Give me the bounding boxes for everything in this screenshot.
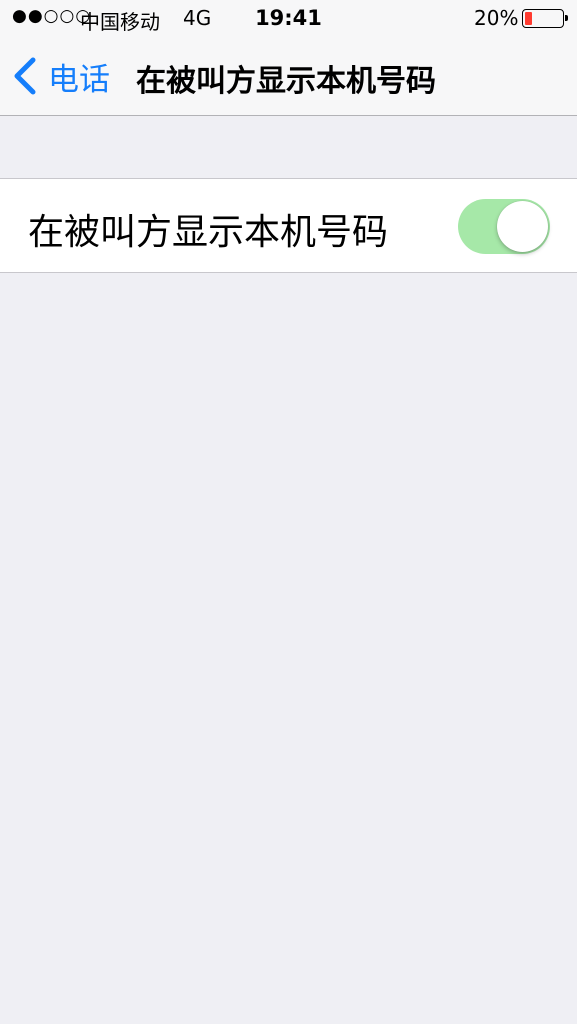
settings-cell: 在被叫方显示本机号码 bbox=[0, 178, 577, 273]
show-caller-id-toggle[interactable] bbox=[458, 199, 550, 254]
back-button-label: 电话 bbox=[48, 61, 110, 98]
back-button[interactable]: 电话 bbox=[12, 54, 110, 98]
header: ●●○○○ 中国移动 4G 19:41 20% 电话 在被叫方显示本机号码 bbox=[0, 0, 577, 116]
page-title: 在被叫方显示本机号码 bbox=[136, 64, 436, 99]
setting-label: 在被叫方显示本机号码 bbox=[28, 212, 389, 253]
chevron-left-icon bbox=[14, 57, 36, 95]
toggle-knob bbox=[497, 201, 548, 252]
navigation-bar: 电话 在被叫方显示本机号码 bbox=[0, 38, 577, 116]
screen: ●●○○○ 中国移动 4G 19:41 20% 电话 在被叫方显示本机号码 在被… bbox=[0, 0, 577, 1024]
battery-percent: 20% bbox=[474, 6, 519, 30]
battery-icon bbox=[522, 9, 568, 28]
battery-level-fill bbox=[525, 12, 532, 25]
status-bar: ●●○○○ 中国移动 4G 19:41 20% bbox=[0, 0, 577, 38]
